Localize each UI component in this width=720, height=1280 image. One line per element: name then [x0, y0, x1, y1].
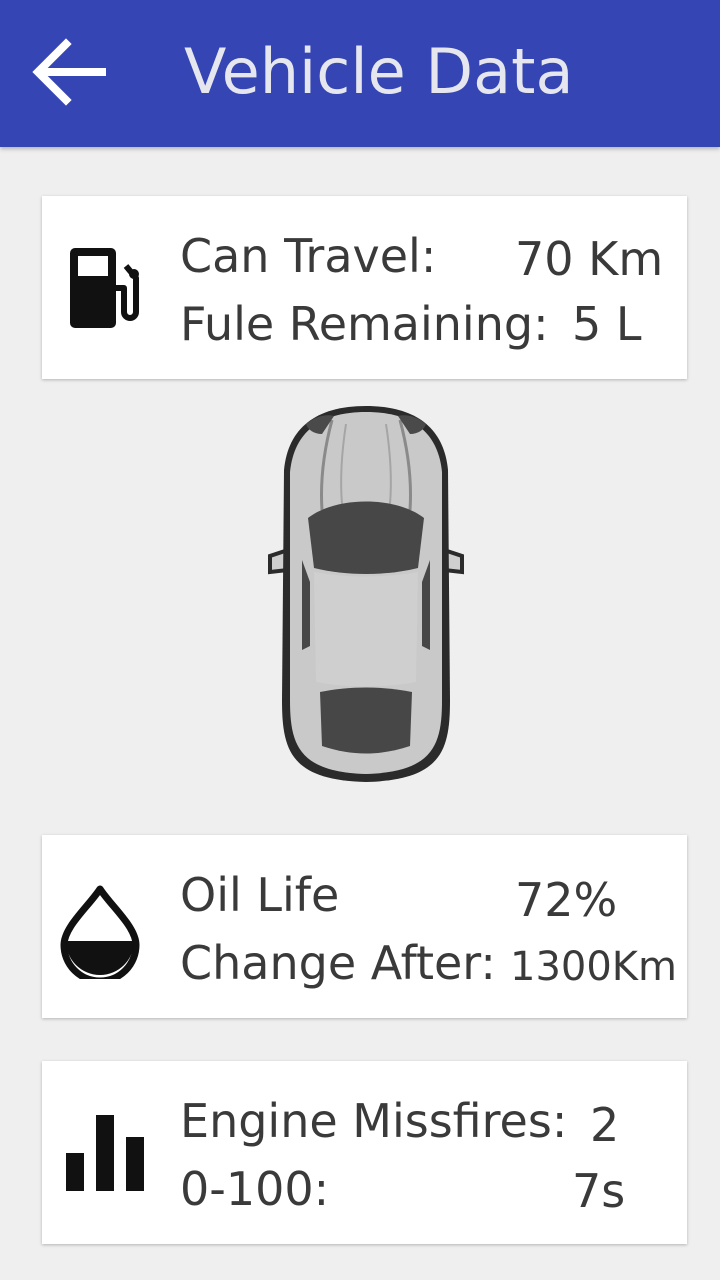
fuel-remaining-label: Fule Remaining:: [180, 297, 549, 351]
fuel-remaining-value: 5 L: [572, 297, 642, 351]
change-after-label: Change After:: [180, 936, 496, 990]
oil-drop-icon: [60, 885, 140, 979]
can-travel-value: 70 Km: [515, 232, 664, 286]
arrow-left-icon: [32, 38, 106, 106]
acceleration-label: 0-100:: [180, 1162, 330, 1216]
bar-chart-icon: [66, 1115, 144, 1191]
fuel-card: Can Travel: 70 Km Fule Remaining: 5 L: [42, 196, 687, 379]
acceleration-value: 7s: [572, 1164, 626, 1218]
back-button[interactable]: [24, 30, 116, 114]
engine-missfires-value: 2: [590, 1098, 620, 1152]
page-title: Vehicle Data: [184, 35, 574, 108]
fuel-pump-icon: [70, 248, 139, 328]
engine-missfires-label: Engine Missfires:: [180, 1094, 568, 1148]
can-travel-label: Can Travel:: [180, 229, 437, 283]
engine-card: Engine Missfires: 2 0-100: 7s: [42, 1061, 687, 1244]
oil-card: Oil Life 72% Change After: 1300Km: [42, 835, 687, 1018]
car-top-view-icon: [268, 406, 464, 782]
oil-life-value: 72%: [515, 873, 618, 927]
app-bar: Vehicle Data: [0, 0, 720, 147]
change-after-value: 1300Km: [510, 944, 677, 990]
oil-life-label: Oil Life: [180, 868, 340, 922]
